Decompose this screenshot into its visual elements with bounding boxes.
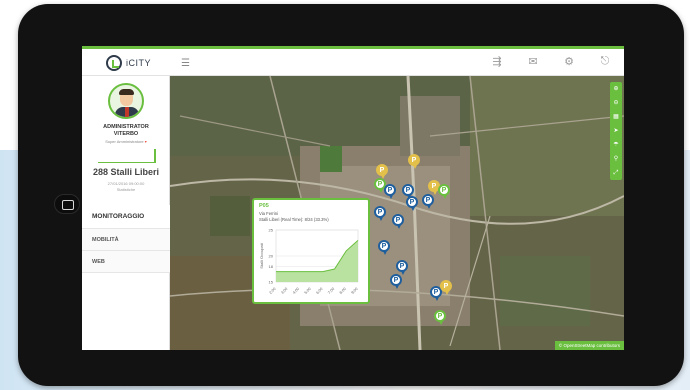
x-tick-label: 6:00 — [316, 287, 324, 295]
popup-address: Via Ferrini — [259, 211, 279, 216]
top-bar: iCITY ☰ ⇶ ✉ ⚙ ⎋ — [82, 46, 624, 76]
x-tick-label: 5:00 — [304, 287, 312, 295]
popup-chart: 15 18 20 25 2:00 3:00 4:00 5:00 6:00 7:00 8:00 9:00… — [259, 228, 359, 295]
zoom-in-icon[interactable]: ⊕ — [613, 86, 618, 92]
parking-pin[interactable]: P — [374, 206, 386, 221]
pin-icon[interactable]: ⚲ — [614, 156, 618, 162]
top-icons: ⇶ ✉ ⚙ ⎋ — [490, 55, 612, 68]
avatar[interactable] — [108, 83, 144, 119]
free-spots-count: 288 Stalli Liberi — [92, 167, 160, 177]
zoom-out-icon[interactable]: ⊖ — [613, 100, 618, 106]
logo-text: iCITY — [126, 58, 151, 68]
sidebar-nav: MONITORAGGIO MOBILITÀ WEB — [82, 205, 170, 273]
x-tick-label: 9:00 — [351, 287, 359, 295]
logout-icon[interactable]: ⎋ — [598, 55, 612, 68]
parking-pin[interactable]: P — [406, 196, 418, 211]
x-tick-label: 8:00 — [339, 287, 347, 295]
traffic-icon[interactable]: ⇶ — [490, 55, 504, 68]
map-attribution[interactable]: © OpenStreetMap contributors — [554, 341, 624, 350]
sidebar-item-monitoraggio[interactable]: MONITORAGGIO — [82, 205, 170, 229]
map-toolbar: ⊕ ⊖ ▦ ➤ ☂ ⚲ ⤢ — [610, 82, 622, 180]
mail-icon[interactable]: ✉ — [526, 55, 540, 68]
map-imagery — [170, 76, 624, 350]
home-button[interactable] — [54, 194, 80, 214]
user-role[interactable]: Super Amministratore ▾ — [82, 139, 170, 144]
locate-icon[interactable]: ➤ — [613, 128, 618, 134]
parking-popup[interactable]: P05 Via Ferrini Stalli Liberi (Real Time… — [252, 198, 370, 304]
user-name: ADMINISTRATOR VITERBO — [103, 124, 149, 137]
x-tick-label: 4:00 — [292, 287, 300, 295]
parking-pin[interactable]: P — [440, 280, 452, 295]
summary-datetime: 27/01/2016 09:00:00 Statistiche — [107, 181, 145, 192]
parking-pin[interactable]: P — [434, 310, 446, 325]
umbrella-icon[interactable]: ☂ — [613, 142, 618, 148]
satellite-map[interactable]: ⊕ ⊖ ▦ ➤ ☂ ⚲ ⤢ P P P P P P P P P P P P P … — [170, 76, 624, 350]
chevron-down-icon: ▾ — [144, 139, 147, 144]
layers-icon[interactable]: ▦ — [613, 114, 619, 120]
sidebar-item-mobilita[interactable]: MOBILITÀ — [82, 229, 170, 251]
sidebar: ADMINISTRATOR VITERBO Super Amministrato… — [82, 76, 170, 350]
popup-stat: Stalli Liberi (Real Time): 8/24 (33.3%) — [259, 217, 329, 222]
x-tick-label: 3:00 — [280, 287, 288, 295]
logo-mark-icon — [106, 55, 122, 71]
parking-pin[interactable]: P — [402, 184, 414, 199]
parking-pin[interactable]: P — [396, 260, 408, 275]
parking-pin[interactable]: P — [376, 164, 388, 179]
parking-pin[interactable]: P — [438, 184, 450, 199]
parking-pin[interactable]: P — [392, 214, 404, 229]
app-screen: iCITY ☰ ⇶ ✉ ⚙ ⎋ ADMINISTRATOR VITERBO Su… — [82, 46, 624, 350]
parking-pin[interactable]: P — [384, 184, 396, 199]
hamburger-icon[interactable]: ☰ — [181, 58, 190, 69]
expand-icon[interactable]: ⤢ — [614, 170, 619, 176]
y-tick-label: 25 — [269, 228, 274, 233]
parking-pin[interactable]: P — [390, 274, 402, 289]
logo: iCITY — [106, 54, 151, 72]
popup-title: P05 — [259, 203, 269, 209]
x-tick-label: 7:00 — [327, 287, 335, 295]
y-axis-label: Stalli Occupati — [259, 243, 264, 269]
y-tick-label: 20 — [269, 254, 274, 259]
x-tick-label: 2:00 — [269, 287, 277, 295]
parking-pin[interactable]: P — [422, 194, 434, 209]
y-tick-label: 15 — [269, 280, 274, 285]
parking-pin[interactable]: P — [408, 154, 420, 169]
gear-icon[interactable]: ⚙ — [562, 55, 576, 68]
y-tick-label: 18 — [269, 264, 274, 269]
sidebar-item-web[interactable]: WEB — [82, 251, 170, 273]
parking-pin[interactable]: P — [378, 240, 390, 255]
level-indicator — [98, 149, 156, 163]
